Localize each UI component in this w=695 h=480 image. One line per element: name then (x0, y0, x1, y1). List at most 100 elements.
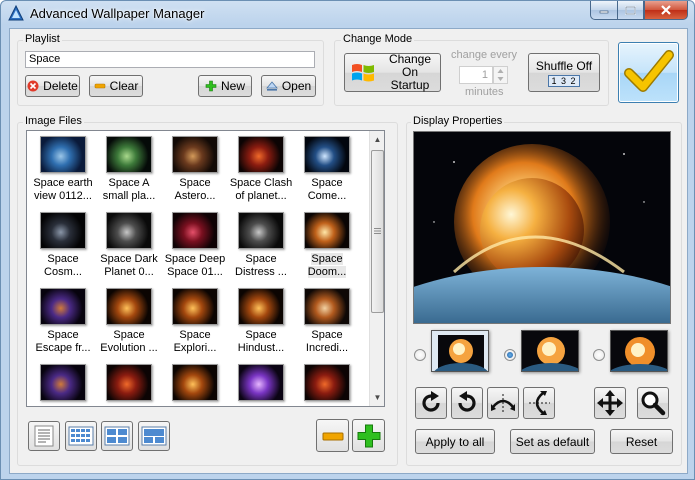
maximize-icon (625, 5, 636, 15)
scroll-thumb[interactable] (371, 150, 384, 313)
change-on-startup-button[interactable]: Change On Startup (344, 53, 441, 92)
image-file-item[interactable] (294, 364, 360, 405)
remove-image-button[interactable] (316, 419, 349, 452)
view-small-grid-button[interactable] (65, 421, 97, 451)
apply-to-all-button[interactable]: Apply to all (415, 429, 495, 454)
image-file-item[interactable]: Space Doom... (294, 212, 360, 279)
playlist-name-field[interactable]: Space (25, 51, 315, 68)
open-playlist-button[interactable]: Open (261, 75, 316, 97)
reset-button[interactable]: Reset (610, 429, 673, 454)
position-option-tile[interactable] (504, 349, 516, 361)
file-list-scrollbar[interactable]: ▲ ▼ (369, 131, 384, 406)
interval-input[interactable]: 1 (459, 66, 493, 84)
view-details-button[interactable] (28, 421, 60, 451)
image-file-item[interactable]: Space Escape fr... (30, 288, 96, 355)
position-option-center[interactable] (414, 349, 426, 361)
open-label: Open (281, 79, 312, 93)
spinner-up-icon (497, 69, 504, 73)
rotate-right-button[interactable] (415, 387, 447, 419)
rotate-clockwise-icon (422, 391, 440, 412)
scroll-grip-icon (374, 228, 381, 234)
change-mode-group-label: Change Mode (341, 33, 415, 45)
preview-image (414, 132, 670, 323)
image-thumbnail (106, 288, 152, 325)
windows-logo-icon (352, 63, 374, 81)
new-playlist-button[interactable]: New (198, 75, 252, 97)
flip-vertical-button[interactable] (487, 387, 519, 419)
image-thumbnail (40, 288, 86, 325)
shuffle-icon-digits: 1 3 2 (548, 74, 580, 87)
image-file-item[interactable]: Space Come... (294, 136, 360, 203)
image-file-item[interactable] (30, 364, 96, 405)
image-file-item[interactable]: Space Distress ... (228, 212, 294, 279)
image-file-item[interactable]: Space Hindust... (228, 288, 294, 355)
image-file-caption: Space Hindust... (237, 329, 285, 354)
plus-icon (357, 424, 380, 447)
image-file-item[interactable]: Space Incredi... (294, 288, 360, 355)
flip-horizontal-button[interactable] (523, 387, 555, 419)
image-thumbnail (40, 136, 86, 173)
position-preview-tile[interactable] (521, 330, 579, 372)
minus-icon (322, 432, 343, 440)
clear-label: Clear (109, 79, 139, 93)
reset-label: Reset (625, 434, 658, 449)
zoom-button[interactable] (637, 387, 669, 419)
image-file-item[interactable] (96, 364, 162, 405)
image-file-item[interactable]: Space Deep Space 01... (162, 212, 228, 279)
position-preview-stretch[interactable] (610, 330, 668, 372)
apply-to-all-label: Apply to all (425, 434, 485, 449)
change-on-startup-label: Change On Startup (388, 52, 432, 92)
app-window: Advanced Wallpaper Manager Playlist Spac… (0, 0, 695, 480)
image-file-caption: Space Astero... (174, 177, 216, 202)
view-large-grid-button[interactable] (138, 421, 170, 451)
apply-wallpaper-button[interactable] (618, 42, 679, 103)
image-file-caption: Space Escape fr... (35, 329, 91, 354)
image-file-caption: Space Dark Planet 0... (100, 253, 158, 278)
image-file-caption: Space Clash of planet... (229, 177, 293, 202)
scroll-up-arrow-icon[interactable]: ▲ (370, 131, 384, 147)
move-button[interactable] (594, 387, 626, 419)
scroll-down-arrow-icon[interactable]: ▼ (370, 389, 384, 405)
client-area: Playlist Space Delete Clear New Open Cha… (9, 28, 688, 474)
shuffle-button[interactable]: Shuffle Off 1 3 2 (528, 53, 600, 92)
add-icon (205, 80, 217, 92)
title-bar[interactable]: Advanced Wallpaper Manager (1, 1, 694, 27)
shuffle-icon: 1 3 2 (548, 74, 580, 87)
position-option-stretch[interactable] (593, 349, 605, 361)
image-file-caption: Space Come... (307, 177, 347, 202)
image-file-item[interactable]: Space Dark Planet 0... (96, 212, 162, 279)
interval-spinner[interactable] (493, 66, 508, 84)
image-file-caption: Space earth view 0112... (33, 177, 93, 202)
image-file-item[interactable]: Space Cosm... (30, 212, 96, 279)
delete-button[interactable]: Delete (25, 75, 80, 97)
image-file-list[interactable]: Space earth view 0112... Space A small pl… (26, 130, 385, 407)
image-file-item[interactable]: Space Evolution ... (96, 288, 162, 355)
image-file-item[interactable]: Space A small pla... (96, 136, 162, 203)
image-thumbnail (304, 136, 350, 173)
minimize-button[interactable] (590, 1, 617, 20)
close-button[interactable] (644, 1, 688, 20)
set-as-default-button[interactable]: Set as default (510, 429, 595, 454)
rotate-left-button[interactable] (451, 387, 483, 419)
image-file-caption: Space Doom... (307, 253, 347, 278)
view-medium-grid-button[interactable] (101, 421, 133, 451)
image-file-item[interactable]: Space Astero... (162, 136, 228, 203)
image-thumbnail (172, 136, 218, 173)
delete-icon (27, 80, 39, 92)
image-file-item[interactable] (162, 364, 228, 405)
eject-icon (265, 81, 278, 91)
image-thumbnail (304, 212, 350, 249)
window-title: Advanced Wallpaper Manager (30, 6, 205, 21)
new-label: New (220, 79, 245, 93)
image-file-item[interactable]: Space Explori... (162, 288, 228, 355)
minimize-icon (599, 10, 609, 14)
image-file-item[interactable] (228, 364, 294, 405)
small-grid-icon (68, 426, 94, 446)
image-file-item[interactable]: Space earth view 0112... (30, 136, 96, 203)
image-file-caption: Space A small pla... (102, 177, 156, 202)
maximize-button[interactable] (617, 1, 644, 20)
add-image-button[interactable] (352, 419, 385, 452)
clear-button[interactable]: Clear (89, 75, 143, 97)
image-file-item[interactable]: Space Clash of planet... (228, 136, 294, 203)
position-preview-center[interactable] (431, 330, 489, 372)
